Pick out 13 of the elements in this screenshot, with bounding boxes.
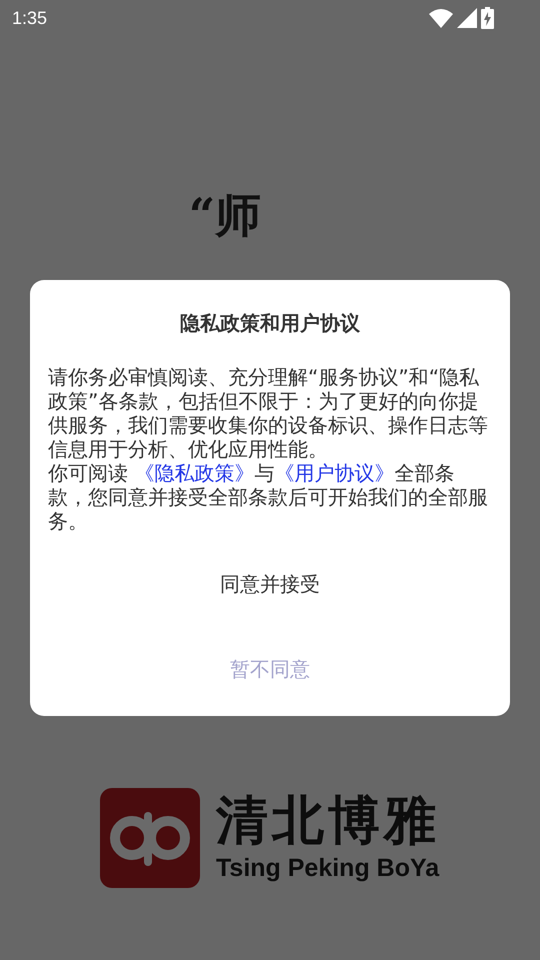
accept-button[interactable]: 同意并接受: [200, 563, 340, 606]
slogan-text: “师: [188, 187, 262, 244]
logo-icon: [100, 788, 200, 888]
dialog-message: 请你务必审慎阅读、充分理解“服务协议”和“隐私政策”各条款，包括但不限于：为了更好的向你提供服务，我们需要收集你的设备标识、操作日志等信息用于分析、优化应用性能。 你可阅读 《隐私政策》与《用户协议》全部条款，您同意并接受全部条款后可开始我们的全部服务。: [48, 365, 489, 533]
policy-link[interactable]: 《用户协议》: [274, 461, 394, 485]
brand-subtitle: Tsing Peking BoYa: [216, 854, 440, 884]
wifi-icon: [429, 8, 453, 28]
brand-name: 清北博雅: [216, 792, 440, 850]
dialog-title: 隐私政策和用户协议: [180, 310, 360, 337]
signal-icon: [457, 8, 477, 28]
status-time: 1:35: [12, 8, 48, 28]
policy-link[interactable]: 《隐私政策》: [134, 461, 254, 485]
battery-charging-icon: [481, 7, 494, 29]
